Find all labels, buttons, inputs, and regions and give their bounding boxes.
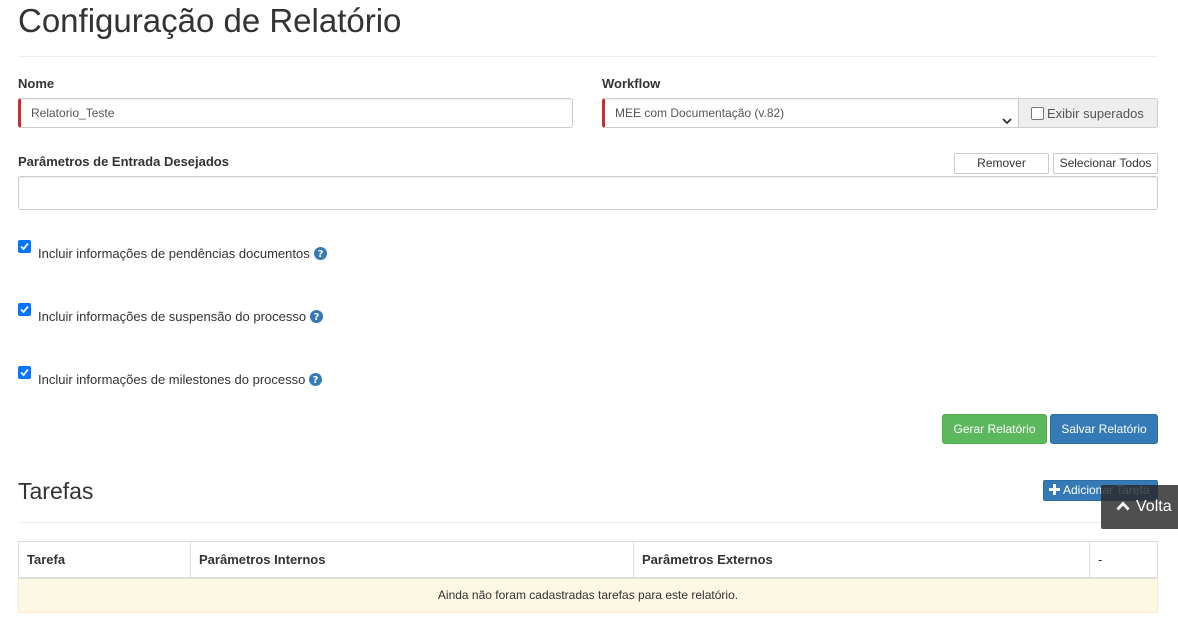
table-header-row: Tarefa Parâmetros Internos Parâmetros Ex… <box>18 541 1158 579</box>
workflow-select[interactable]: MEE com Documentação (v.82) <box>602 98 1019 128</box>
workflow-label: Workflow <box>602 76 661 91</box>
col-external-params: Parâmetros Externos <box>633 541 1090 579</box>
tasks-table: Tarefa Parâmetros Internos Parâmetros Ex… <box>18 541 1158 613</box>
svg-text:?: ? <box>317 249 323 260</box>
name-input[interactable]: Relatorio_Teste <box>18 98 573 128</box>
option-pending-docs-label: Incluir informações de pendências docume… <box>38 246 310 261</box>
svg-text:?: ? <box>314 312 320 323</box>
option-milestones-checkbox[interactable] <box>18 366 31 380</box>
name-label: Nome <box>18 76 55 91</box>
empty-message: Ainda não foram cadastradas tarefas para… <box>18 577 1158 613</box>
option-suspension-checkbox[interactable] <box>18 303 31 317</box>
chevron-down-icon <box>1002 108 1012 125</box>
title-divider <box>18 56 1158 57</box>
question-circle-icon[interactable]: ? <box>310 310 324 323</box>
params-label: Parâmetros de Entrada Desejados <box>18 154 229 169</box>
params-multiselect[interactable] <box>18 176 1158 210</box>
chevron-up-icon <box>1116 498 1130 516</box>
show-superseded-checkbox[interactable] <box>1031 106 1044 120</box>
option-pending-docs-checkbox[interactable] <box>18 240 31 254</box>
save-report-button[interactable]: Salvar Relatório <box>1050 414 1158 444</box>
select-all-button[interactable]: Selecionar Todos <box>1053 153 1158 174</box>
page-title: Configuração de Relatório <box>18 2 402 39</box>
remove-all-button[interactable]: Remover Todos <box>954 153 1049 189</box>
col-task: Tarefa <box>18 541 191 579</box>
plus-icon <box>1049 482 1060 500</box>
svg-text:?: ? <box>313 375 319 386</box>
tasks-divider <box>18 522 1158 523</box>
col-internal-params: Parâmetros Internos <box>190 541 634 579</box>
show-superseded-toggle[interactable]: Exibir superados <box>1019 98 1158 128</box>
show-superseded-label: Exibir superados <box>1047 105 1144 121</box>
option-milestones[interactable] <box>18 364 31 380</box>
back-label: Volta <box>1136 498 1172 515</box>
question-circle-icon[interactable]: ? <box>313 247 327 260</box>
tasks-title: Tarefas <box>18 478 94 504</box>
option-pending-docs[interactable] <box>18 238 31 254</box>
generate-report-button[interactable]: Gerar Relatório <box>942 414 1047 444</box>
question-circle-icon[interactable]: ? <box>309 373 323 386</box>
option-milestones-label: Incluir informações de milestones do pro… <box>38 372 306 387</box>
col-actions: - <box>1089 541 1158 579</box>
option-suspension[interactable] <box>18 301 31 317</box>
back-to-top-button[interactable]: Volta <box>1101 485 1178 529</box>
table-row: Ainda não foram cadastradas tarefas para… <box>18 577 1158 613</box>
option-suspension-label: Incluir informações de suspensão do proc… <box>38 309 307 324</box>
workflow-select-value: MEE com Documentação (v.82) <box>615 106 785 120</box>
